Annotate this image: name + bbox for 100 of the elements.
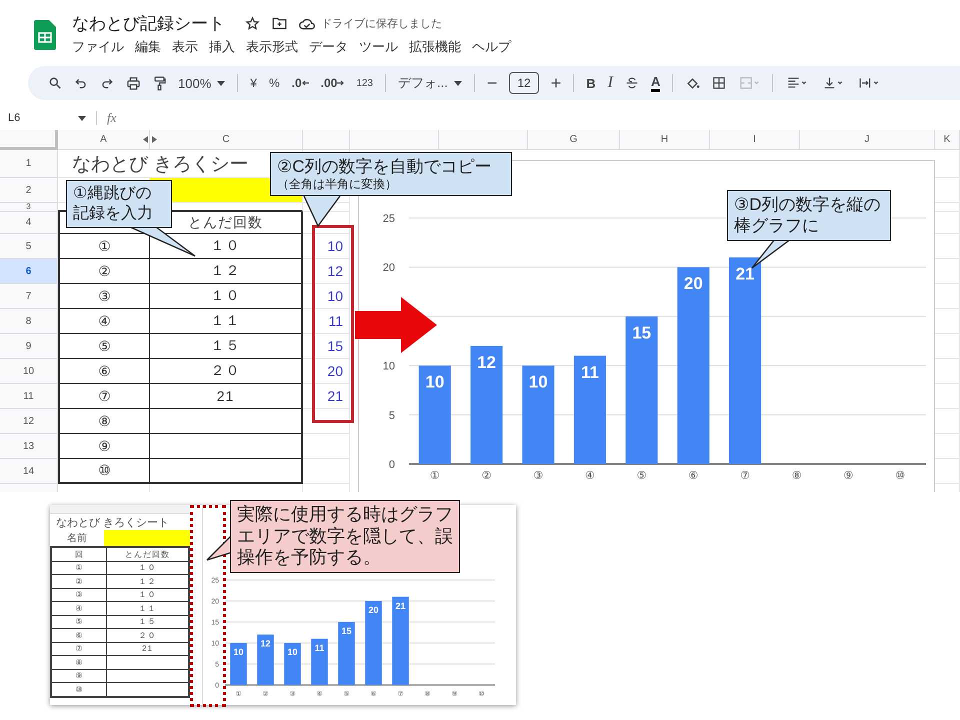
- jump-count[interactable]: １１: [150, 309, 303, 334]
- undo-icon[interactable]: [74, 76, 88, 90]
- percent-button[interactable]: %: [268, 76, 280, 90]
- axis-tick-label: 25: [382, 213, 395, 225]
- font-size-field[interactable]: 12: [509, 72, 539, 94]
- row-header[interactable]: 14: [0, 459, 58, 484]
- row-header[interactable]: 13: [0, 434, 58, 459]
- menu-item[interactable]: 表示形式: [246, 38, 309, 56]
- row-header[interactable]: 12: [0, 409, 58, 434]
- sheet-cell[interactable]: [303, 459, 350, 484]
- column-header[interactable]: H: [620, 130, 710, 150]
- round-number[interactable]: ⑤: [58, 334, 150, 359]
- search-icon[interactable]: [48, 76, 62, 90]
- round-number[interactable]: ②: [58, 259, 150, 284]
- category-label: ⑨: [844, 470, 854, 482]
- row-header[interactable]: 1: [0, 150, 58, 178]
- column-header[interactable]: [439, 130, 528, 150]
- column-header[interactable]: A: [58, 130, 150, 150]
- row-header[interactable]: 10: [0, 359, 58, 384]
- row-header[interactable]: 2: [0, 178, 58, 203]
- star-icon[interactable]: [245, 16, 260, 31]
- round-number[interactable]: ④: [58, 309, 150, 334]
- jump-count[interactable]: [150, 409, 303, 434]
- row-header[interactable]: 7: [0, 284, 58, 309]
- round-number[interactable]: ⑧: [58, 409, 150, 434]
- jump-count[interactable]: ２０: [150, 359, 303, 384]
- category-label: ⑤: [636, 470, 647, 482]
- copied-number[interactable]: 12: [303, 259, 350, 284]
- jump-count[interactable]: １０: [150, 284, 303, 309]
- spreadsheet-logo-icon[interactable]: [34, 20, 56, 50]
- select-all-corner[interactable]: [0, 130, 58, 150]
- menu-item[interactable]: 挿入: [209, 38, 246, 56]
- italic-button[interactable]: I: [608, 74, 613, 92]
- decrease-font-size-button[interactable]: −: [486, 72, 498, 94]
- row-header[interactable]: 11: [0, 384, 58, 409]
- copied-number[interactable]: 10: [303, 234, 350, 259]
- copied-number[interactable]: 11: [303, 309, 350, 334]
- column-header[interactable]: G: [528, 130, 620, 150]
- jump-count[interactable]: [150, 459, 303, 484]
- menu-item[interactable]: ヘルプ: [472, 38, 522, 56]
- round-number[interactable]: ⑥: [58, 359, 150, 384]
- fill-color-icon[interactable]: [685, 76, 700, 90]
- row-header[interactable]: 6: [0, 259, 58, 284]
- column-header[interactable]: J: [800, 130, 935, 150]
- increase-decimal-button[interactable]: .00: [320, 76, 344, 90]
- category-label: ③: [533, 470, 544, 482]
- caret-icon[interactable]: [78, 116, 86, 120]
- column-header[interactable]: [303, 130, 350, 150]
- row-header[interactable]: 4: [0, 212, 58, 234]
- text-color-button[interactable]: A: [650, 74, 660, 92]
- menu-item[interactable]: 表示: [172, 38, 209, 56]
- increase-font-size-button[interactable]: +: [550, 72, 562, 94]
- strikethrough-icon[interactable]: [624, 76, 639, 90]
- zoom-dropdown[interactable]: 100%: [178, 76, 226, 90]
- data-label: 11: [580, 362, 599, 382]
- hidden-column-arrows-icon[interactable]: [143, 136, 157, 143]
- sheet-cell[interactable]: [303, 434, 350, 459]
- font-dropdown[interactable]: デフォ...: [398, 74, 462, 92]
- redo-icon[interactable]: [100, 76, 114, 90]
- column-header[interactable]: C: [150, 130, 303, 150]
- round-number[interactable]: ⑩: [58, 459, 150, 484]
- row-header[interactable]: 8: [0, 309, 58, 334]
- decrease-decimal-button[interactable]: .0: [292, 76, 309, 90]
- bold-button[interactable]: B: [586, 76, 596, 90]
- borders-icon[interactable]: [712, 76, 726, 90]
- menu-item[interactable]: データ: [309, 38, 359, 56]
- folder-icon[interactable]: [272, 17, 287, 30]
- jump-count[interactable]: １５: [150, 334, 303, 359]
- cloud-icon[interactable]: [299, 18, 315, 30]
- paint-format-icon[interactable]: [153, 76, 166, 90]
- row-header[interactable]: 9: [0, 334, 58, 359]
- menu-item[interactable]: 編集: [135, 38, 172, 56]
- currency-button[interactable]: ¥: [250, 76, 257, 90]
- jump-count[interactable]: 21: [150, 384, 303, 409]
- copied-number[interactable]: 20: [303, 359, 350, 384]
- jump-count[interactable]: [150, 434, 303, 459]
- row-header[interactable]: 3: [0, 203, 58, 212]
- round-number[interactable]: ⑦: [58, 384, 150, 409]
- menu-item[interactable]: ファイル: [72, 38, 135, 56]
- cell-reference[interactable]: L6: [8, 112, 68, 124]
- copied-number[interactable]: 21: [303, 384, 350, 409]
- number-format-button[interactable]: 123: [356, 78, 373, 88]
- round-number[interactable]: ③: [58, 284, 150, 309]
- sheet-cell[interactable]: [303, 409, 350, 434]
- merge-cells-icon[interactable]: [738, 76, 760, 90]
- print-icon[interactable]: [126, 76, 141, 90]
- document-title[interactable]: なわとび記録シート: [72, 12, 225, 35]
- copied-number[interactable]: 15: [303, 334, 350, 359]
- jump-count[interactable]: １２: [150, 259, 303, 284]
- column-header[interactable]: [350, 130, 439, 150]
- menu-item[interactable]: ツール: [359, 38, 409, 56]
- bar: [338, 622, 355, 685]
- menu-item[interactable]: 拡張機能: [409, 38, 472, 56]
- column-header[interactable]: K: [935, 130, 960, 150]
- row-header[interactable]: 5: [0, 234, 58, 259]
- caret-icon: [217, 80, 226, 86]
- column-header[interactable]: I: [710, 130, 800, 150]
- category-label: ②: [482, 470, 492, 482]
- round-number[interactable]: ⑨: [58, 434, 150, 459]
- copied-number[interactable]: 10: [303, 284, 350, 309]
